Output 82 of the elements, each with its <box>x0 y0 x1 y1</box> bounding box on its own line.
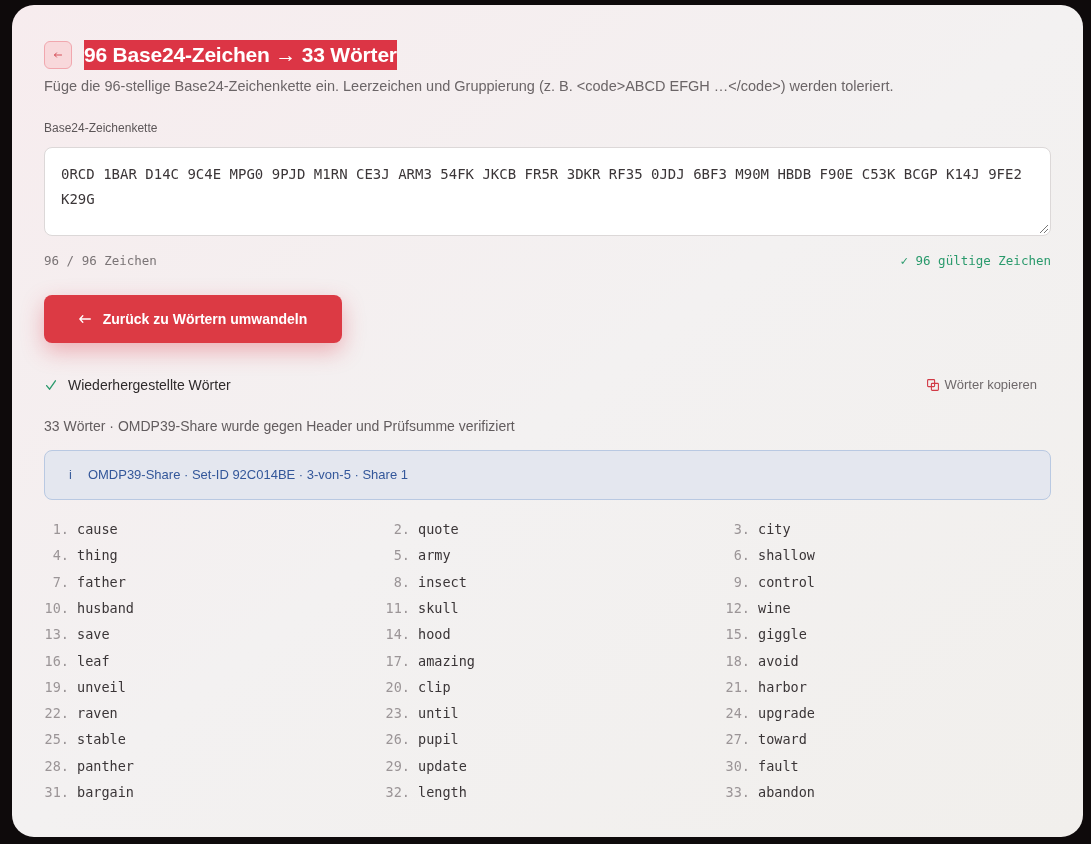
recovered-word: clip <box>418 677 451 697</box>
resize-handle-icon[interactable] <box>1040 225 1048 233</box>
copy-icon <box>926 379 939 391</box>
word-number: 25. <box>44 730 69 750</box>
word-number: 19. <box>44 677 69 697</box>
word-number: 24. <box>725 704 750 724</box>
info-text: OMDP39-Share · Set-ID 92C014BE · 3-von-5 · Share 1 <box>87 466 408 485</box>
recovered-word: panther <box>77 756 134 776</box>
recovered-word: amazing <box>418 651 475 671</box>
field-label: Base24-Zeichenkette <box>44 120 159 136</box>
word-number: 3. <box>732 520 750 539</box>
recovered-word: unveil <box>77 677 126 697</box>
convert-back-button[interactable]: Zurück zu Wörtern umwandeln <box>44 295 342 343</box>
recovered-word: avoid <box>758 651 799 671</box>
word-number: 10. <box>44 598 69 618</box>
description-text: Füge die 96-stellige Base24-Zeichenkette ein. Leerzeichen und Gruppierung (z. B. <code>ABCD EFGH …</code>) werden toleriert. <box>44 77 895 96</box>
word-number: 16. <box>44 651 69 671</box>
recovered-word: wine <box>758 598 791 618</box>
word-number: 20. <box>385 677 410 697</box>
word-number: 17. <box>385 651 410 671</box>
recovered-word: bargain <box>77 783 134 802</box>
validation-text: ✓ 96 gültige Zeichen <box>900 252 1051 270</box>
recovered-word: hood <box>418 625 451 645</box>
word-number: 1. <box>51 520 69 539</box>
word-number: 8. <box>392 572 410 592</box>
word-number: 27. <box>725 730 750 750</box>
recovered-word: control <box>758 572 815 592</box>
word-number: 14. <box>385 625 410 645</box>
recovered-word: giggle <box>758 625 807 645</box>
recovered-word: father <box>77 572 126 592</box>
word-number: 30. <box>725 756 750 776</box>
word-number: 28. <box>44 756 69 776</box>
word-number: 18. <box>725 651 750 671</box>
word-number: 26. <box>385 730 410 750</box>
recovered-word: army <box>418 546 451 566</box>
recovered-word: shallow <box>758 546 815 566</box>
recovered-word: toward <box>758 730 807 750</box>
recovered-word: upgrade <box>758 704 815 724</box>
word-number: 12. <box>725 598 750 618</box>
char-count-text: 96 / 96 Zeichen <box>44 252 157 270</box>
recovered-word: husband <box>77 598 134 618</box>
word-number: 5. <box>392 546 410 566</box>
recovered-word: cause <box>77 520 118 539</box>
recovered-word: leaf <box>77 651 110 671</box>
arrow-left-icon <box>54 52 62 58</box>
word-number: 22. <box>44 704 69 724</box>
word-number: 29. <box>385 756 410 776</box>
recovered-word: until <box>418 704 459 724</box>
word-number: 31. <box>44 783 69 802</box>
recovered-word: harbor <box>758 677 807 697</box>
summary-text: 33 Wörter · OMDP39-Share wurde gegen Header und Prüfsumme verifiziert <box>44 417 516 436</box>
recovered-word: fault <box>758 756 799 776</box>
word-number: 23. <box>385 704 410 724</box>
info-icon-text: i <box>69 466 72 485</box>
recovered-word: update <box>418 756 467 776</box>
word-number: 2. <box>392 520 410 539</box>
recovered-word: pupil <box>418 730 459 750</box>
recovered-word: abandon <box>758 783 815 802</box>
recovered-word: thing <box>77 546 118 566</box>
word-number: 21. <box>725 677 750 697</box>
recovered-word: raven <box>77 704 118 724</box>
word-number: 13. <box>44 625 69 645</box>
recovered-word: city <box>758 520 791 539</box>
page-title: 96 Base24-Zeichen → 33 Wörter <box>84 40 397 70</box>
textarea-field[interactable]: 0RCD 1BAR D14C 9C4E MPG0 9PJD M1RN CE3J ARM3 54FK JKCB FR5R 3DKR RF35 0JDJ 6BF3 M90M HBDB F90E C53K BCGP K14J 9FE2 K29G <box>44 147 1051 236</box>
arrow-left-icon <box>78 315 91 323</box>
word-number: 6. <box>732 546 750 566</box>
copy-words-button[interactable]: Wörter kopieren <box>912 373 1051 397</box>
recovered-word: length <box>418 783 467 802</box>
word-number: 11. <box>385 598 410 618</box>
recovered-word: insect <box>418 572 467 592</box>
recovered-word: stable <box>77 730 126 750</box>
result-heading: Wiederhergestellte Wörter <box>68 375 231 395</box>
word-number: 15. <box>725 625 750 645</box>
recovered-word: skull <box>418 598 459 618</box>
word-number: 32. <box>385 783 410 802</box>
word-number: 7. <box>51 572 69 592</box>
word-number: 4. <box>51 546 69 566</box>
word-number: 33. <box>725 783 750 802</box>
word-number: 9. <box>732 572 750 592</box>
recovered-word: quote <box>418 520 459 539</box>
recovered-word: save <box>77 625 110 645</box>
